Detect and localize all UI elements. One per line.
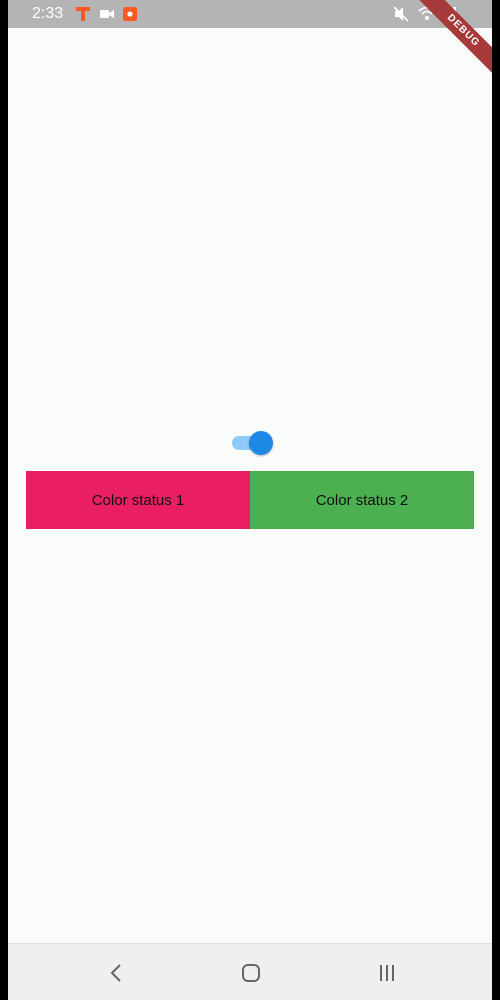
app-screen: 2:33 DEBUG Color status 1 Color status 2	[8, 0, 492, 1000]
orange-app-icon	[123, 7, 137, 21]
color-toggle-switch[interactable]	[230, 430, 276, 456]
switch-thumb[interactable]	[249, 431, 273, 455]
color-status-row: Color status 1 Color status 2	[26, 471, 474, 529]
color-status-1-box: Color status 1	[26, 471, 250, 529]
mute-icon	[394, 6, 408, 22]
home-icon[interactable]	[238, 960, 264, 986]
recent-apps-icon[interactable]	[374, 960, 400, 986]
status-time: 2:33	[32, 5, 64, 22]
t-logo-icon	[76, 7, 90, 21]
status-bar: 2:33	[8, 0, 492, 28]
video-camera-icon	[100, 10, 114, 18]
back-icon[interactable]	[104, 960, 130, 986]
navigation-bar	[8, 943, 492, 1000]
color-status-2-box: Color status 2	[250, 471, 474, 529]
